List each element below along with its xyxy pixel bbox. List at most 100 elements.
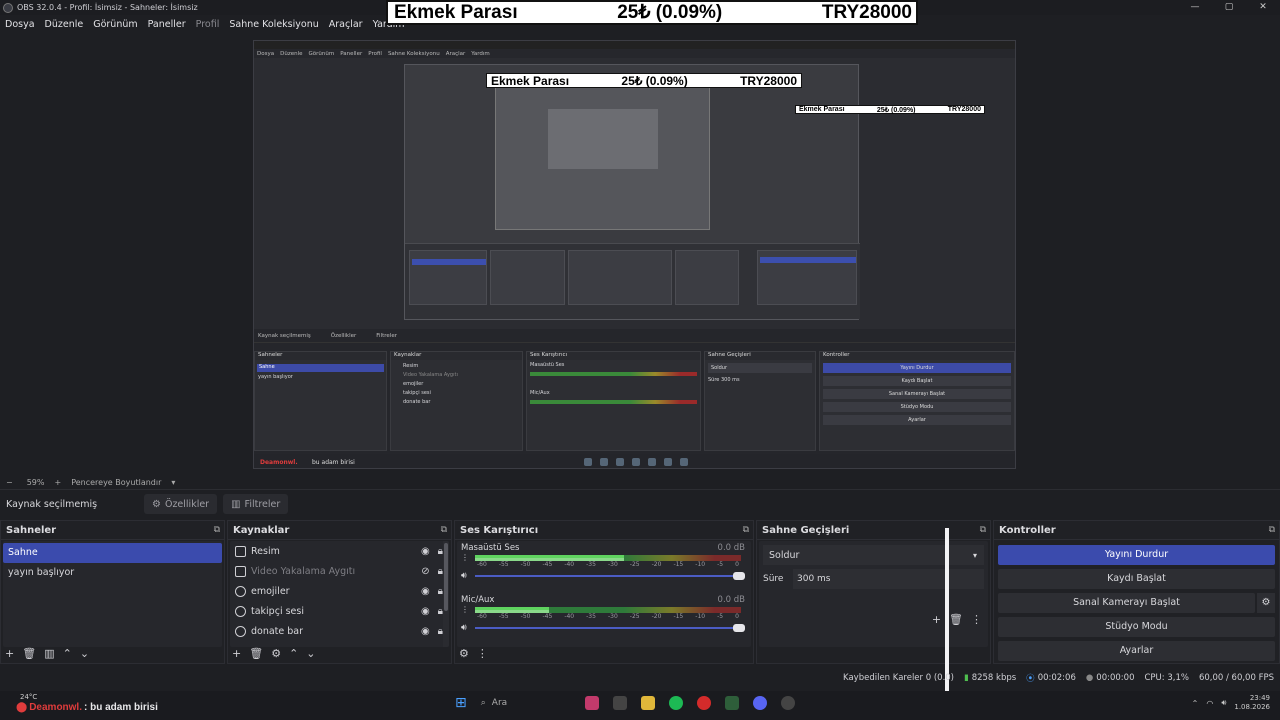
transition-select[interactable]: Soldur ▾ [763,545,984,565]
trash-icon[interactable]: 🗑 [249,647,263,660]
eye-icon[interactable]: ◉ [421,606,430,617]
add-icon[interactable]: + [932,613,941,626]
menu-tools[interactable]: Araçlar [324,19,368,30]
meter-ticks: -60 -55 -50 -45 -40 -35 -30 -25 -20 -15 -10 -5 0 [477,613,739,620]
trash-icon[interactable]: 🗑 [949,613,963,626]
filter-icon[interactable]: ▥ [44,647,54,660]
properties-button[interactable]: ⚙ Özellikler [144,494,218,514]
nested-taskbar-icon [631,458,640,466]
eye-icon[interactable]: ◉ [421,626,430,637]
menu-file[interactable]: Dosya [0,19,40,30]
nested-docks-strip [405,243,860,319]
source-name: donate bar [251,625,304,637]
app-icon[interactable] [612,696,627,710]
sources-scrollbar[interactable] [443,541,449,647]
meter-tick-label: -50 [520,561,531,568]
chevron-up-icon[interactable]: ⌃ [289,647,298,660]
start-recording-button[interactable]: Kaydı Başlat [998,569,1275,589]
nested-transitions-title: Sahne Geçişleri [705,352,815,360]
source-item[interactable]: donate bar ◉ 🔒︎ [230,621,449,641]
folder-icon[interactable] [640,696,655,710]
volume-slider[interactable] [475,572,745,580]
obs-icon[interactable] [780,696,795,710]
source-item[interactable]: Resim ◉ 🔒︎ [230,541,449,561]
zoom-in-button[interactable]: + [54,478,61,487]
chevron-up-icon[interactable]: ⌃ [63,647,72,660]
app-icon[interactable] [584,696,599,710]
meter-tick-label: -10 [695,561,706,568]
record-icon: ● [1085,673,1094,683]
kebab-menu-icon[interactable]: ⋮ [477,647,488,660]
start-virtual-camera-button[interactable]: Sanal Kamerayı Başlat [998,593,1255,613]
speaker-icon[interactable]: 🔊︎ [461,623,475,633]
duration-input[interactable]: 300 ms [793,569,984,589]
source-item[interactable]: takipçi sesi ◉ 🔒︎ [230,601,449,621]
trash-icon[interactable]: 🗑 [22,647,36,660]
zoom-bar: − 59% + Pencereye Boyutlandır ▾ [0,475,1280,489]
eye-icon[interactable]: ◉ [421,586,430,597]
clock[interactable]: 23:49 1.08.2026 [1234,694,1270,712]
add-icon[interactable]: + [5,647,14,660]
eye-icon[interactable]: ◉ [421,546,430,557]
menu-view[interactable]: Görünüm [88,19,142,30]
kebab-menu-icon[interactable]: ⋮ [971,613,982,626]
windows-start-icon[interactable]: ⊞ [455,695,467,711]
app-icon[interactable] [724,696,739,710]
undock-icon[interactable]: ⧉ [441,525,447,535]
weather-widget[interactable]: 24°C [20,693,37,701]
gear-icon[interactable]: ⚙ [1257,593,1275,613]
zoom-mode-select[interactable]: Pencereye Boyutlandır [71,478,161,487]
slider-knob[interactable] [733,624,745,632]
zoom-value: 59% [26,477,45,487]
menu-docks[interactable]: Paneller [143,19,191,30]
studio-mode-button[interactable]: Stüdyo Modu [998,617,1275,637]
menu-edit[interactable]: Düzenle [40,19,89,30]
zoom-out-button[interactable]: − [6,478,13,487]
opera-icon[interactable] [696,696,711,710]
minimize-button[interactable]: — [1178,0,1212,15]
nested-taskbar-icon [679,458,688,466]
chevron-down-icon[interactable]: ⌄ [306,647,315,660]
meter-tick-label: -55 [498,561,509,568]
nested-source-item: emojiler [403,381,424,387]
stop-streaming-button[interactable]: Yayını Durdur [998,545,1275,565]
add-icon[interactable]: + [232,647,241,660]
source-item[interactable]: Video Yakalama Aygıtı ⊘ 🔒︎ [230,561,449,581]
slider-knob[interactable] [733,572,745,580]
meter-tick-label: -45 [542,613,553,620]
scene-item-sahne[interactable]: Sahne [3,543,222,563]
meter-tick-label: -60 [477,613,487,620]
nested-meter [530,372,697,376]
undock-icon[interactable]: ⧉ [1269,525,1275,535]
transition-value: Soldur [769,549,800,561]
program-preview[interactable]: Dosya Düzenle Görünüm Paneller Profil Sa… [253,40,1016,469]
eye-off-icon[interactable]: ⊘ [421,566,429,577]
close-button[interactable]: ✕ [1246,0,1280,15]
filters-button[interactable]: ▥ Filtreler [223,494,289,514]
volume-slider[interactable] [475,624,745,632]
speaker-icon[interactable]: 🔊︎ [461,571,475,581]
undock-icon[interactable]: ⧉ [980,525,986,535]
chevron-down-icon[interactable]: ▾ [171,478,175,487]
kebab-menu-icon[interactable]: ⋮ [461,606,469,614]
volume-icon[interactable]: 🔊︎ [1221,698,1226,708]
menu-profile[interactable]: Profil [191,19,225,30]
discord-icon[interactable] [752,696,767,710]
scrollbar-thumb[interactable] [444,543,448,611]
source-item[interactable]: emojiler ◉ 🔒︎ [230,581,449,601]
undock-icon[interactable]: ⧉ [743,525,749,535]
settings-button[interactable]: Ayarlar [998,641,1275,661]
gear-icon[interactable]: ⚙ [271,647,281,660]
kebab-menu-icon[interactable]: ⋮ [461,554,469,562]
menu-scene-collection[interactable]: Sahne Koleksiyonu [224,19,323,30]
undock-icon[interactable]: ⧉ [214,525,220,535]
taskbar-search[interactable]: ⌕ Ara [481,698,571,708]
chevron-up-icon[interactable]: ⌃ [1192,699,1199,708]
nested-duration: Süre 300 ms [705,373,815,387]
wifi-icon[interactable]: ◠ [1206,699,1213,708]
scene-item-yayin-basliyor[interactable]: yayın başlıyor [3,563,222,583]
maximize-button[interactable]: ▢ [1212,0,1246,15]
spotify-icon[interactable] [668,696,683,710]
gear-icon[interactable]: ⚙ [459,647,469,660]
chevron-down-icon[interactable]: ⌄ [80,647,89,660]
